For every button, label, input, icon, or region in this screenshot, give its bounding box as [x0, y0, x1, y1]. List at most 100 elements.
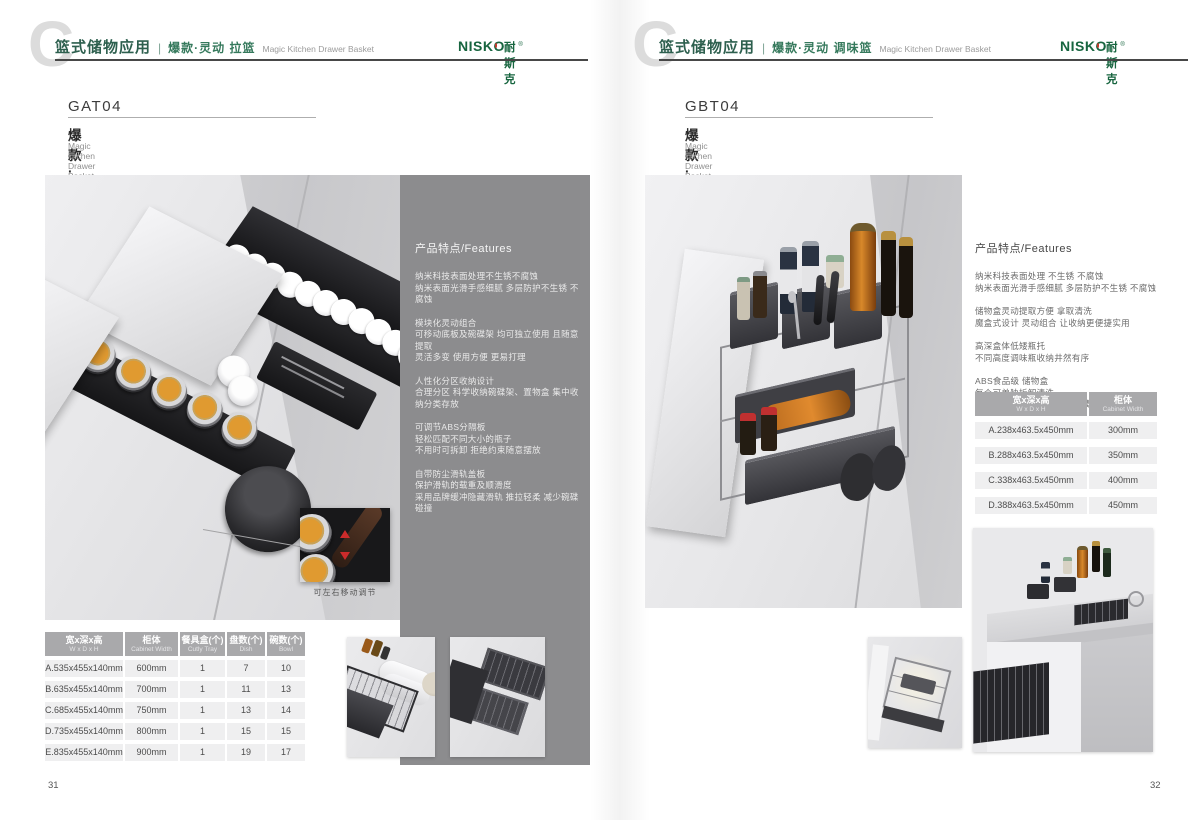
header-cn: 宽x深x高 [45, 635, 123, 646]
header-en: Cabinet Width [125, 646, 178, 654]
feature-line: 合理分区 科学收纳碗碟架、置物盒 集中收纳分类存放 [415, 387, 580, 410]
feature-line: 纳米表面光滑手感细腻 多层防护不生锈 不腐蚀 [975, 283, 1170, 295]
table-cell: 15 [267, 723, 305, 740]
registered-mark: ® [1120, 42, 1124, 48]
oil-bottle [850, 223, 876, 311]
sauce-bottle [761, 407, 777, 451]
table-header-cell: 碗数(个) Bowl [267, 632, 305, 656]
table-row: E.835x455x140mm 900mm 1 19 17 [45, 744, 305, 761]
thumbnail-photo [868, 637, 962, 748]
table-cell: 11 [227, 681, 265, 698]
table-cell: 450mm [1089, 497, 1157, 514]
ladle [1128, 591, 1144, 607]
feature-line: 不用时可拆卸 拒绝约束随意摆放 [415, 445, 580, 457]
table-header-row: 宽x深x高 W x D x H 柜体 Cabinet Width [975, 392, 1159, 416]
spoon [788, 291, 796, 303]
feature-group: 可调节ABS分隔板 轻松匹配不同大小的瓶子 不用时可拆卸 拒绝约束随意摆放 [415, 422, 580, 457]
spice-bottle [1063, 557, 1072, 574]
table-cell: C.338x463.5x450mm [975, 472, 1087, 489]
product-code-rule [68, 117, 316, 118]
header-cn: 柜体 [1089, 395, 1157, 406]
feature-group: 纳米科技表面处理不生锈不腐蚀 纳米表面光滑手感细腻 多层防护不生锈 不腐蚀 [415, 271, 580, 306]
pull-out-drawer [973, 662, 1049, 743]
table-cell: 1 [180, 744, 225, 761]
inset-caption: 可左右移动调节 [290, 587, 400, 598]
table-cell: D.735x455x140mm [45, 723, 123, 740]
brand-logo-cn: 耐斯克 [1106, 39, 1120, 87]
table-cell: 300mm [1089, 422, 1157, 439]
spice-jar [300, 514, 332, 554]
page-number: 31 [48, 780, 59, 791]
wood-handle [329, 508, 385, 571]
header-cn: 宽x深x高 [975, 395, 1087, 406]
table-cell: 1 [180, 702, 225, 719]
feature-line: 魔盒式设计 灵动组合 让收纳更便捷实用 [975, 318, 1170, 330]
bottle [1041, 562, 1050, 583]
spec-table: 宽x深x高 W x D x H 柜体 Cabinet Width 餐具盒(个) … [45, 632, 305, 765]
header-title-en: Magic Kitchen Drawer Basket [879, 44, 991, 54]
table-cell: 350mm [1089, 447, 1157, 464]
table-cell: 700mm [125, 681, 178, 698]
page-number: 32 [1150, 780, 1161, 791]
table-cell: 10 [267, 660, 305, 677]
feature-line: 可移动底板及碗碟架 均可独立使用 且随意提取 [415, 329, 580, 352]
header-en: Cutly Tray [180, 646, 225, 654]
table-cell: 7 [227, 660, 265, 677]
table-row: D.388x463.5x450mm 450mm [975, 497, 1159, 514]
table-header-row: 宽x深x高 W x D x H 柜体 Cabinet Width 餐具盒(个) … [45, 632, 305, 656]
header-rule [55, 59, 588, 61]
feature-line: 不同高度调味瓶收纳井然有序 [975, 353, 1170, 365]
feature-group: 人性化分区收纳设计 合理分区 科学收纳碗碟架、置物盒 集中收纳分类存放 [415, 376, 580, 411]
feature-line: 保护滑轨的载重及顺滑度 [415, 480, 580, 492]
table-cell: A.535x455x140mm [45, 660, 123, 677]
table-header-cell: 餐具盒(个) Cutly Tray [180, 632, 225, 656]
header-divider: | [762, 41, 765, 55]
header-en: W x D x H [975, 406, 1087, 414]
feature-line: 可调节ABS分隔板 [415, 422, 580, 434]
table-header-cell: 宽x深x高 W x D x H [45, 632, 123, 656]
product-code-rule [685, 117, 933, 118]
brand-logo-cn: 耐斯克 [504, 39, 518, 87]
thumb-iso-group [450, 637, 545, 757]
main-product-photo: 可左右移动调节 [45, 175, 400, 620]
feature-line: 自带防尘滑轨盖板 [415, 469, 580, 481]
table-header-cell: 宽x深x高 W x D x H [975, 392, 1087, 416]
table-cell: 400mm [1089, 472, 1157, 489]
header-title-en: Magic Kitchen Drawer Basket [262, 44, 374, 54]
table-cell: E.835x455x140mm [45, 744, 123, 761]
table-cell: 19 [227, 744, 265, 761]
feature-group: 模块化灵动组合 可移动底板及碗碟架 均可独立使用 且随意提取 灵活多变 使用方便… [415, 318, 580, 364]
table-row: A.238x463.5x450mm 300mm [975, 422, 1159, 439]
bottle [753, 271, 767, 318]
brand-logo-text: NISKO [458, 38, 505, 54]
spec-table: 宽x深x高 W x D x H 柜体 Cabinet Width A.238x4… [975, 392, 1159, 518]
table-row: B.288x463.5x450mm 350mm [975, 447, 1159, 464]
page-fold [590, 0, 650, 820]
feature-line: 储物盒灵动提取方便 拿取清洗 [975, 306, 1170, 318]
header-category: 篮式储物应用 [55, 36, 151, 57]
table-cell: C.685x455x140mm [45, 702, 123, 719]
storage-bin [900, 673, 936, 695]
feature-group: 纳米科技表面处理 不生锈 不腐蚀 纳米表面光滑手感细腻 多层防护不生锈 不腐蚀 [975, 271, 1170, 294]
table-cell: 13 [267, 681, 305, 698]
feature-group: 高深盒体低矮瓶托 不同高度调味瓶收纳井然有序 [975, 341, 1170, 364]
header-cn: 碗数(个) [267, 635, 305, 646]
table-header-cell: 盘数(个) Dish [227, 632, 265, 656]
table-cell: 1 [180, 660, 225, 677]
table-row: D.735x455x140mm 800mm 1 15 15 [45, 723, 305, 740]
features-title: 产品特点/Features [975, 240, 1170, 256]
header-title-cn: 爆款·灵动 调味篮 [772, 39, 872, 56]
oil-bottle [1077, 546, 1088, 578]
feature-line: 高深盒体低矮瓶托 [975, 341, 1170, 353]
feature-line: 轻松匹配不同大小的瓶子 [415, 434, 580, 446]
header-cn: 柜体 [125, 635, 178, 646]
table-cell: 1 [180, 681, 225, 698]
header-rule [659, 59, 1188, 61]
main-product-photo [645, 175, 962, 608]
table-cell: B.288x463.5x450mm [975, 447, 1087, 464]
table-cell: A.238x463.5x450mm [975, 422, 1087, 439]
storage-bin [1054, 577, 1076, 592]
thumbnail-photo [347, 637, 435, 757]
table-cell: 750mm [125, 702, 178, 719]
storage-bin [1027, 584, 1049, 599]
